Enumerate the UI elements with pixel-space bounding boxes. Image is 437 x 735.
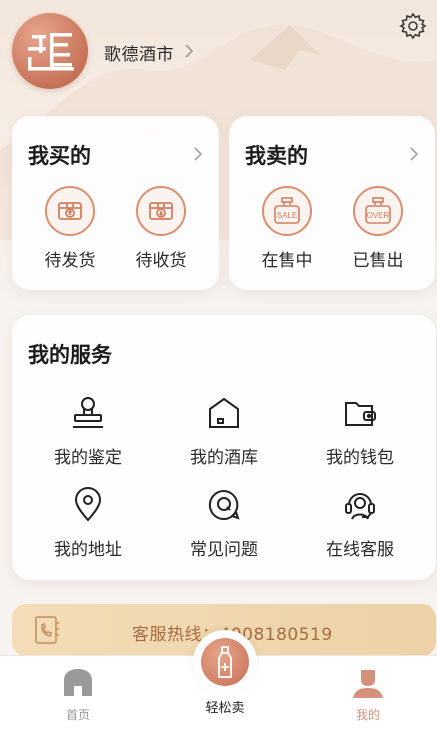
- shop-avatar[interactable]: [12, 13, 88, 89]
- gear-icon[interactable]: [399, 12, 427, 40]
- service-faq[interactable]: 常见问题: [169, 487, 279, 560]
- service-wallet-label: 我的钱包: [326, 448, 394, 468]
- user-icon: [353, 670, 383, 698]
- service-support[interactable]: 在线客服: [305, 487, 415, 560]
- wallet-icon: [345, 402, 376, 426]
- location-icon: [74, 487, 102, 522]
- service-appraisal[interactable]: 我的鉴定: [33, 395, 143, 468]
- buy-card-title: 我买的: [28, 144, 91, 168]
- sell-card-title: 我卖的: [245, 144, 308, 168]
- easy-sell-label[interactable]: 轻松卖: [180, 697, 270, 716]
- headset-icon: [345, 493, 375, 520]
- service-appraisal-label: 我的鉴定: [54, 448, 122, 468]
- pending-ship-label[interactable]: 待发货: [30, 246, 110, 271]
- sell-card[interactable]: 我卖的 SALE 在售中 OVER 已售出: [229, 116, 435, 290]
- buy-card[interactable]: 我买的 待发货 待收货: [12, 116, 219, 290]
- profile-page: 歌德酒市 我买的 待发货 待收货 我卖的 SALE 在售中 OVER 已售出 我…: [0, 0, 437, 735]
- package-down-icon[interactable]: [136, 186, 186, 236]
- home-icon: [64, 669, 92, 696]
- tab-home[interactable]: 首页: [58, 666, 98, 726]
- service-cellar-label: 我的酒库: [190, 448, 258, 468]
- sale-bag-icon[interactable]: SALE: [262, 186, 312, 236]
- service-cellar[interactable]: 我的酒库: [169, 395, 279, 468]
- chevron-right-icon[interactable]: [193, 146, 203, 162]
- tab-home-label: 首页: [65, 708, 90, 722]
- phone-book-icon: [35, 616, 59, 644]
- service-wallet[interactable]: 我的钱包: [305, 395, 415, 468]
- over-bag-icon[interactable]: OVER: [353, 186, 403, 236]
- stamp-icon: [73, 397, 103, 428]
- service-faq-label: 常见问题: [190, 540, 258, 560]
- easy-sell-circle: [201, 638, 249, 686]
- service-address-label: 我的地址: [54, 540, 122, 560]
- chevron-right-icon[interactable]: [409, 146, 419, 162]
- tab-me-label: 我的: [355, 708, 380, 722]
- on-sale-label[interactable]: 在售中: [247, 246, 327, 271]
- chevron-right-icon[interactable]: [184, 44, 194, 58]
- services-card: 我的服务 我的鉴定 我的酒库 我的钱包 我的地址 常见问题 在线客服: [12, 315, 436, 580]
- package-up-icon[interactable]: [45, 186, 95, 236]
- easy-sell-button[interactable]: [193, 630, 257, 694]
- svg-text:OVER: OVER: [367, 211, 390, 220]
- service-support-label: 在线客服: [326, 540, 394, 560]
- svg-text:SALE: SALE: [277, 211, 297, 220]
- logo-avatar: [28, 33, 74, 71]
- shop-name[interactable]: 歌德酒市: [104, 40, 174, 65]
- cellar-icon: [209, 397, 239, 428]
- sold-label[interactable]: 已售出: [338, 246, 418, 271]
- pending-receive-label[interactable]: 待收货: [121, 246, 201, 271]
- question-icon: [208, 489, 240, 520]
- tab-me[interactable]: 我的: [348, 666, 388, 726]
- bottle-icon: [218, 646, 232, 678]
- service-address[interactable]: 我的地址: [33, 487, 143, 560]
- services-title: 我的服务: [28, 343, 112, 367]
